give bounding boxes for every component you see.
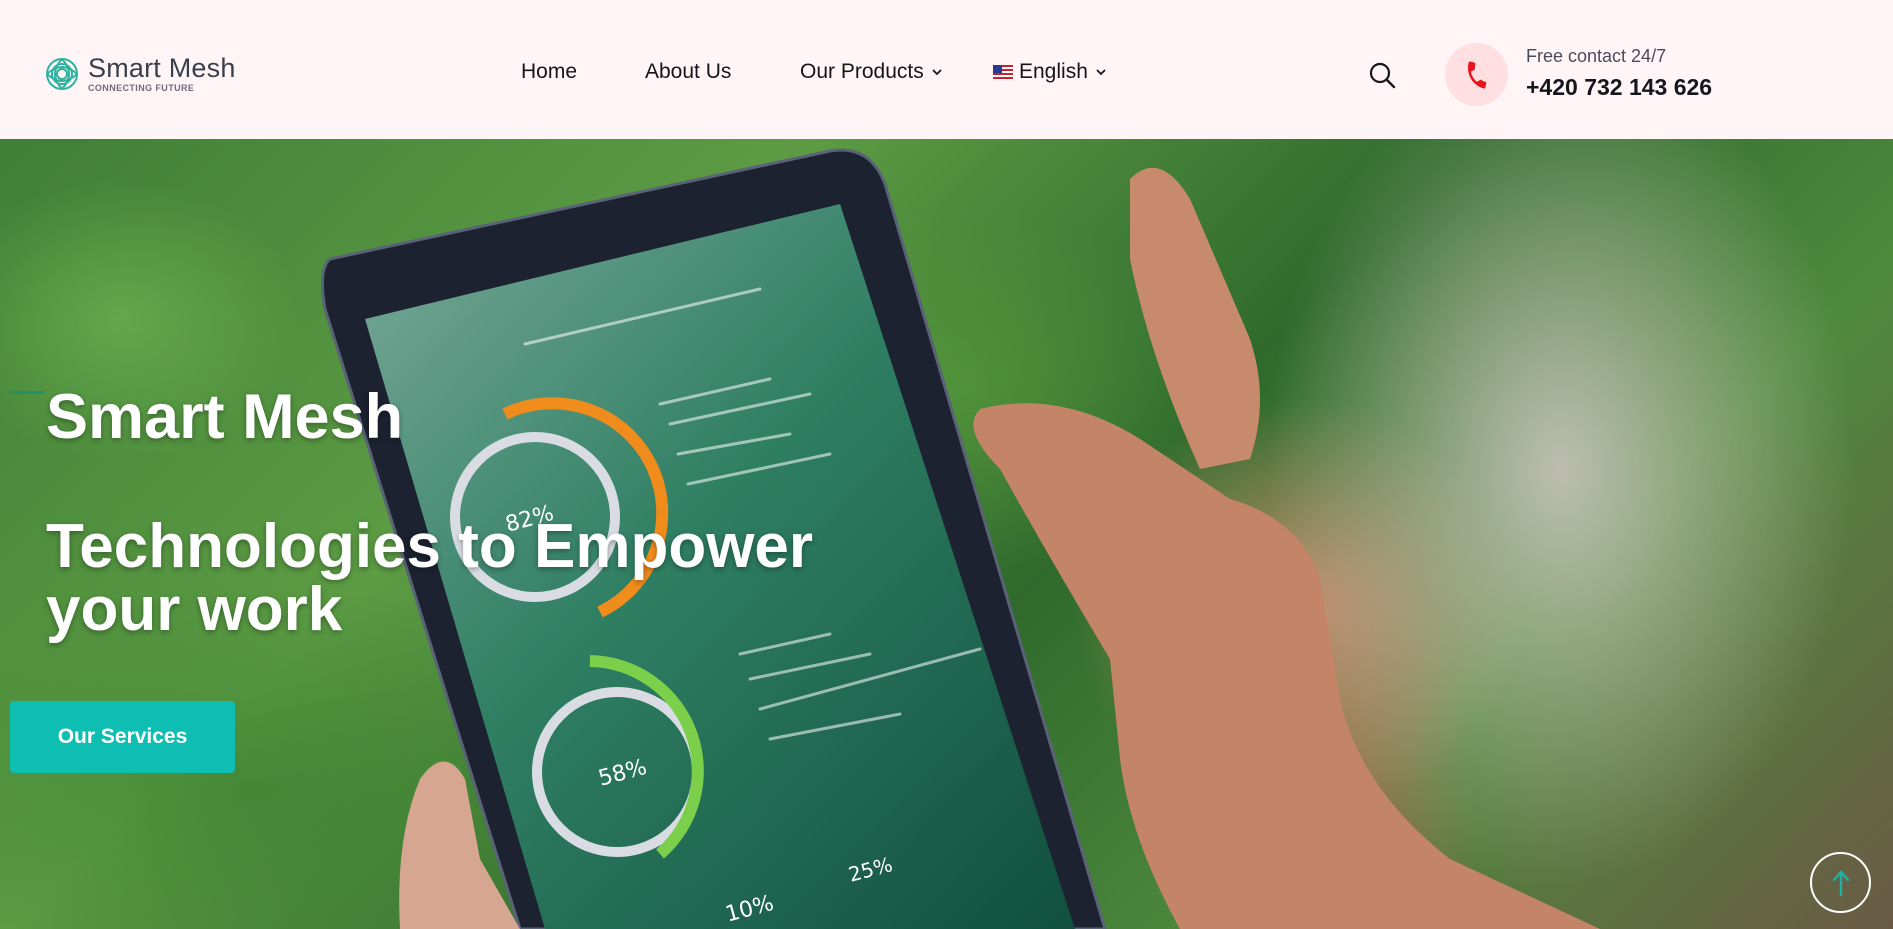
nav-item-about-label: About Us — [645, 60, 732, 83]
logo-mark-icon — [46, 58, 79, 91]
phone-button[interactable] — [1445, 43, 1508, 106]
hero-accent-line — [10, 391, 44, 394]
us-flag-icon — [993, 65, 1013, 79]
svg-text:10%: 10% — [725, 891, 777, 928]
our-services-button[interactable]: Our Services — [10, 701, 235, 773]
contact-label: Free contact 24/7 — [1526, 46, 1667, 66]
tablet-readout-4: 25% — [848, 852, 895, 887]
arrow-up-icon — [1832, 869, 1849, 896]
language-selector[interactable]: English — [993, 60, 1108, 84]
language-label: English — [1019, 60, 1088, 83]
chevron-down-icon — [932, 69, 942, 76]
contact-phone[interactable]: +420 732 143 626 — [1526, 74, 1712, 101]
chevron-down-icon — [1096, 69, 1106, 76]
hero-title: Smart Mesh — [46, 382, 404, 452]
nav-item-products[interactable]: Our Products — [800, 60, 944, 84]
tablet-readout-2: 58% — [598, 755, 650, 792]
nav-item-products-label: Our Products — [800, 60, 924, 83]
nav-item-about[interactable]: About Us — [645, 60, 731, 84]
svg-text:25%: 25% — [848, 852, 895, 887]
logo-title: Smart Mesh — [88, 53, 236, 83]
phone-icon — [1467, 60, 1486, 89]
logo[interactable]: Smart Mesh CONNECTING FUTURE — [44, 55, 236, 93]
hero-subtitle: Technologies to Empower your work — [46, 512, 814, 644]
nav-item-home-label: Home — [521, 60, 578, 83]
nav-item-home[interactable]: Home — [521, 60, 577, 84]
search-icon[interactable] — [1368, 60, 1396, 90]
hero-section: 82% 58% 10% 25% Smart Mesh Technologies … — [0, 139, 1893, 929]
site-header: Smart Mesh CONNECTING FUTURE Home About … — [0, 0, 1893, 139]
scroll-to-top-button[interactable] — [1810, 852, 1871, 913]
logo-tagline: CONNECTING FUTURE — [88, 83, 195, 93]
tablet-readout-3: 10% — [725, 891, 777, 928]
svg-text:58%: 58% — [598, 755, 650, 792]
